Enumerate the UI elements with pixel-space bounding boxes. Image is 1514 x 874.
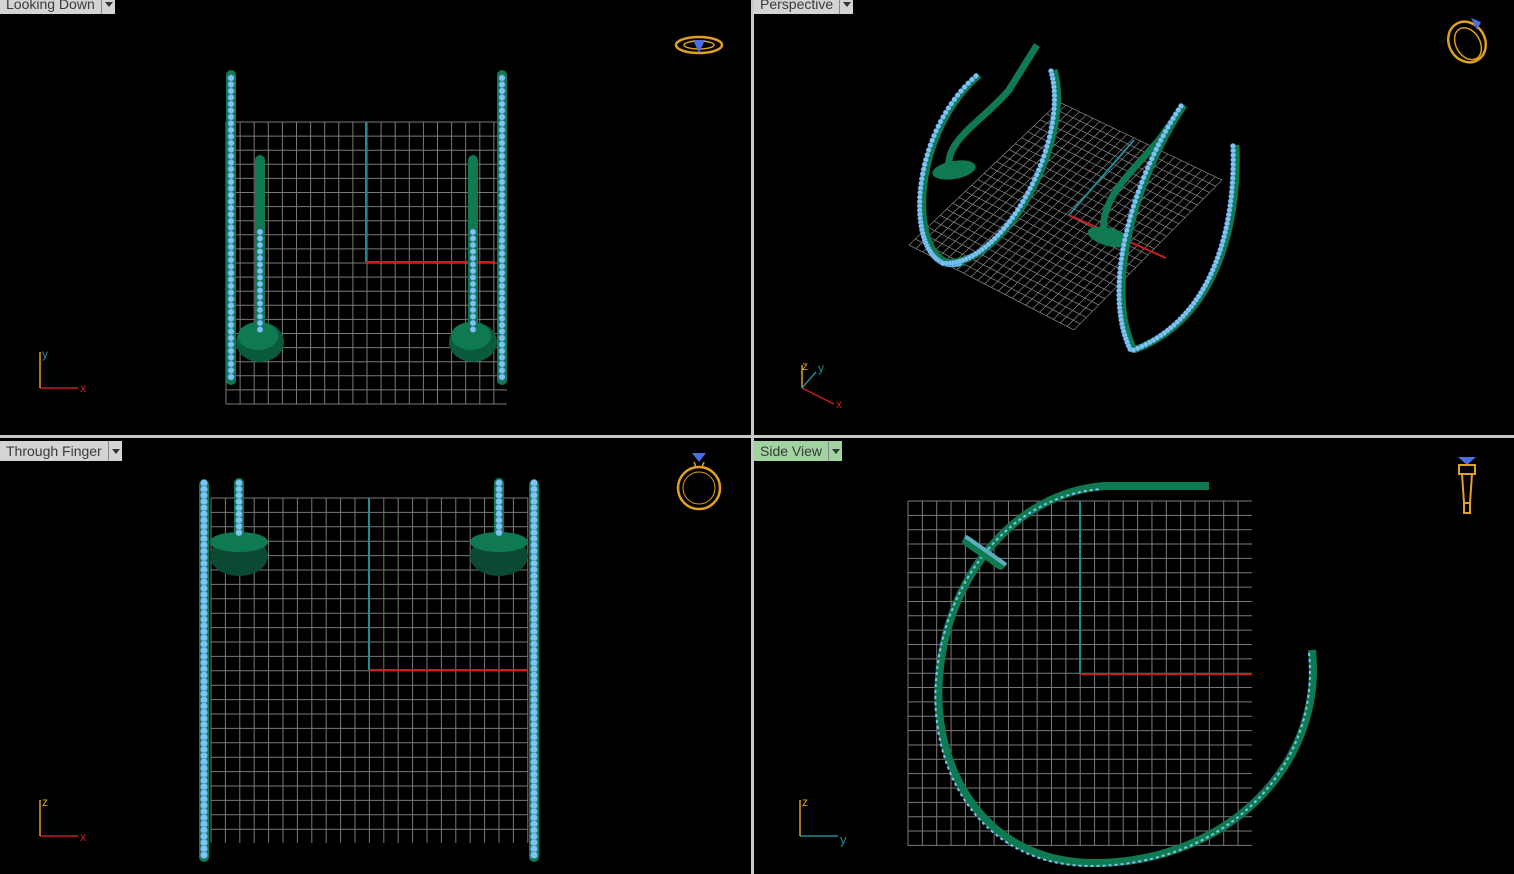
ring-band-side bbox=[934, 482, 1317, 868]
gizmo-z-label: z bbox=[802, 359, 808, 373]
viewport-menu-dropdown[interactable] bbox=[101, 0, 115, 14]
through-finger-canvas[interactable]: x z bbox=[0, 438, 751, 874]
looking-down-canvas[interactable]: x y bbox=[0, 0, 751, 435]
viewport-label-through-finger[interactable]: Through Finger bbox=[0, 441, 122, 461]
gizmo-y-label: y bbox=[840, 832, 847, 847]
viewport-menu-dropdown[interactable] bbox=[829, 441, 843, 461]
ring-top-view-icon[interactable] bbox=[674, 35, 724, 55]
viewport-label-looking-down[interactable]: Looking Down bbox=[0, 0, 115, 14]
viewport-perspective[interactable]: x z y Perspective bbox=[754, 0, 1514, 435]
viewport-label-perspective[interactable]: Perspective bbox=[754, 0, 854, 14]
ring-side-view-icon[interactable] bbox=[1458, 457, 1476, 514]
axis-gizmo: x z bbox=[39, 795, 86, 844]
ring-shank-left bbox=[226, 70, 236, 385]
axis-gizmo: x z y bbox=[801, 359, 842, 411]
axis-gizmo: x y bbox=[39, 347, 86, 395]
viewport-splitter-horizontal[interactable] bbox=[0, 435, 1514, 438]
viewport-title[interactable]: Through Finger bbox=[0, 441, 109, 461]
gizmo-x-label: x bbox=[80, 830, 86, 844]
gizmo-x-label: x bbox=[836, 397, 842, 411]
viewport-title[interactable]: Perspective bbox=[754, 0, 841, 14]
side-view-canvas[interactable]: y z bbox=[754, 438, 1514, 874]
viewport-side-view[interactable]: y z Side View bbox=[754, 438, 1514, 874]
perspective-canvas[interactable]: x z y bbox=[754, 0, 1514, 435]
gizmo-y-label: y bbox=[818, 361, 824, 375]
construction-grid bbox=[908, 101, 1223, 331]
ring-perspective-icon[interactable] bbox=[1441, 15, 1493, 69]
viewport-title[interactable]: Looking Down bbox=[0, 0, 102, 14]
viewport-through-finger[interactable]: x z Through Finger bbox=[0, 438, 751, 874]
gizmo-y-label: y bbox=[42, 347, 48, 361]
viewport-looking-down[interactable]: x y Looking Down bbox=[0, 0, 751, 435]
ring-shank-right bbox=[497, 70, 507, 385]
viewport-label-side-view[interactable]: Side View bbox=[754, 441, 843, 461]
axis-gizmo: y z bbox=[799, 795, 847, 847]
viewport-title[interactable]: Side View bbox=[754, 441, 830, 461]
gizmo-z-label: z bbox=[42, 795, 48, 809]
gizmo-z-label: z bbox=[802, 795, 808, 809]
viewport-menu-dropdown[interactable] bbox=[840, 0, 854, 14]
viewport-menu-dropdown[interactable] bbox=[108, 441, 122, 461]
ring-front-view-icon[interactable] bbox=[676, 453, 722, 511]
gizmo-x-label: x bbox=[80, 381, 86, 395]
